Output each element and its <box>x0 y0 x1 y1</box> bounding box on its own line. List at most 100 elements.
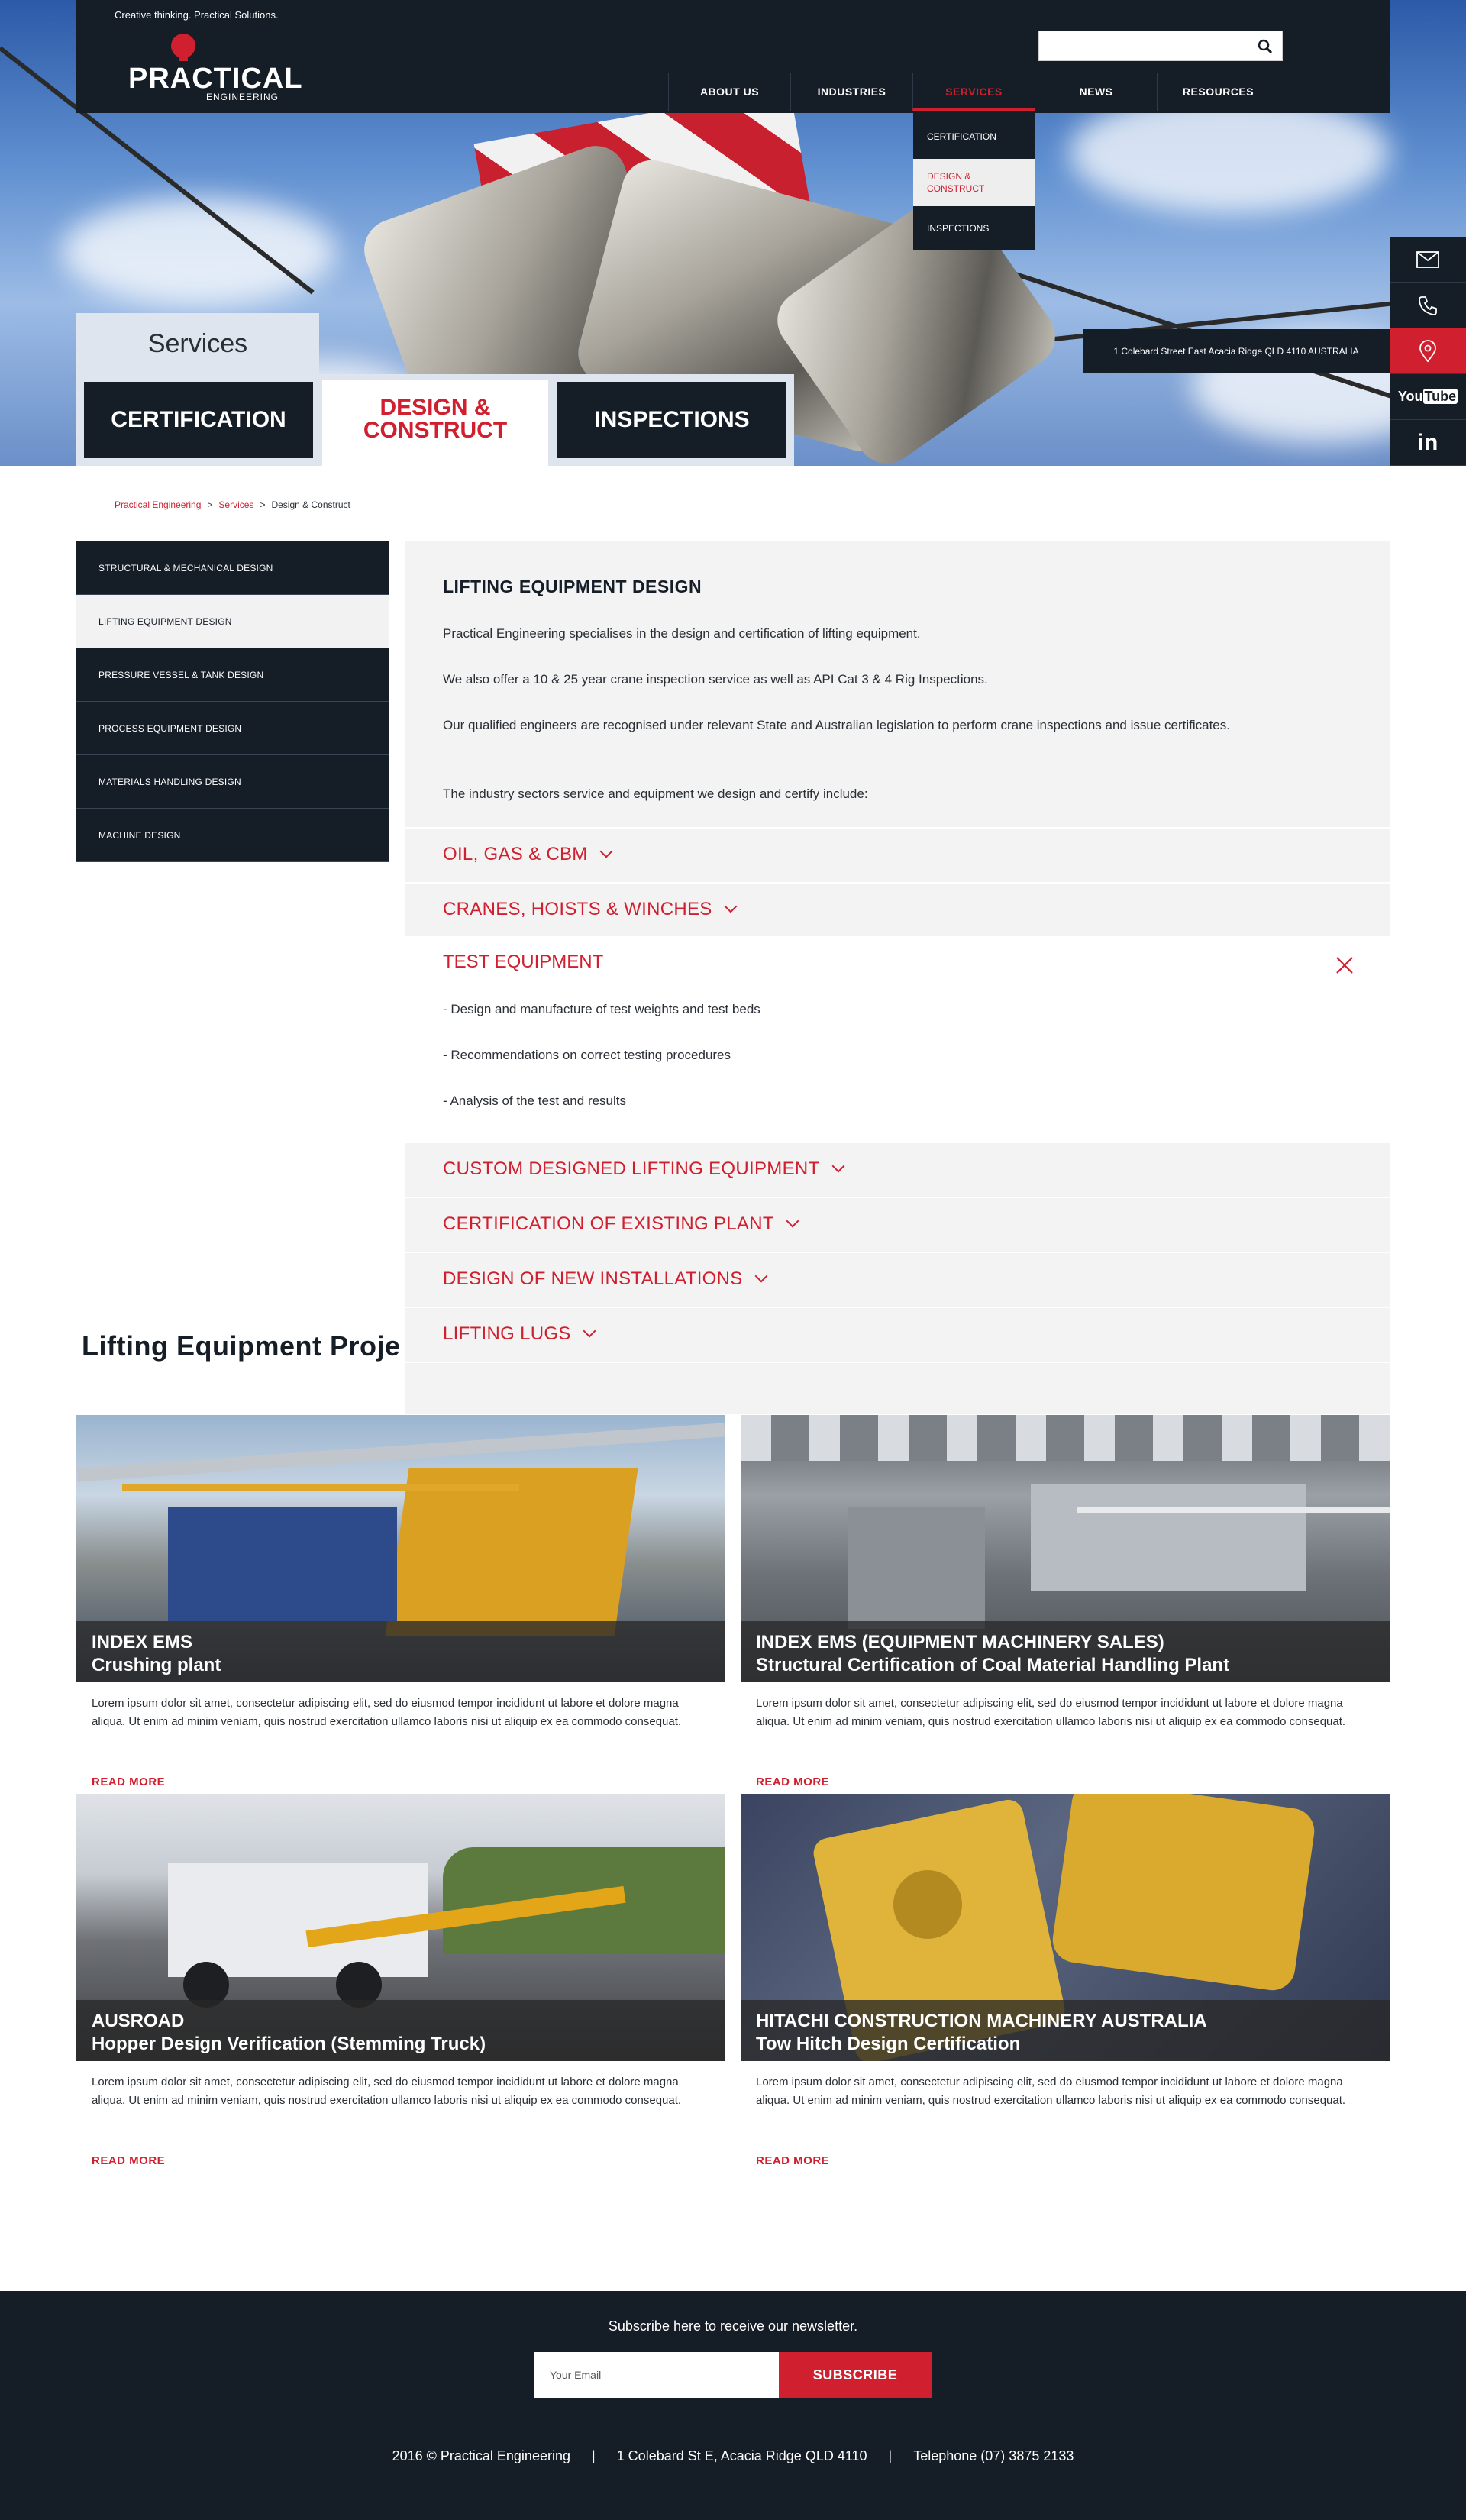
intro-paragraph: Practical Engineering specialises in the… <box>443 626 921 641</box>
accordion-bullet: - Design and manufacture of test weights… <box>443 1002 760 1016</box>
sidebar-item-structural-mechanical[interactable]: STRUCTURAL & MECHANICAL DESIGN <box>76 541 389 595</box>
chevron-down-icon <box>583 1324 596 1338</box>
project-caption: INDEX EMS (EQUIPMENT MACHINERY SALES) St… <box>741 1621 1390 1682</box>
intro-paragraph: Our qualified engineers are recognised u… <box>443 718 1230 732</box>
mail-icon[interactable] <box>1390 237 1466 283</box>
youtube-icon[interactable]: You Tube <box>1390 374 1466 420</box>
close-icon[interactable] <box>1335 955 1355 975</box>
project-client: HITACHI CONSTRUCTION MACHINERY AUSTRALIA <box>756 2011 1207 2031</box>
accordion-bullet: - Recommendations on correct testing pro… <box>443 1048 731 1062</box>
site-logo[interactable]: PRACTICAL ENGINEERING <box>128 31 302 107</box>
top-navigation-bar: Creative thinking. Practical Solutions. … <box>76 0 1390 113</box>
read-more-link[interactable]: READ MORE <box>92 1775 165 1788</box>
social-sidebar: You Tube in <box>1390 237 1466 466</box>
main-nav: ABOUT US INDUSTRIES SERVICES NEWS RESOUR… <box>668 73 1279 111</box>
search-icon[interactable] <box>1256 37 1274 56</box>
accordion-certification-existing[interactable]: CERTIFICATION OF EXISTING PLANT <box>405 1197 1390 1250</box>
linkedin-icon[interactable]: in <box>1390 420 1466 466</box>
breadcrumb-current: Design & Construct <box>271 499 350 510</box>
breadcrumb: Practical Engineering > Services > Design & … <box>115 499 350 510</box>
newsletter-text: Subscribe here to receive our newsletter… <box>608 2318 858 2334</box>
chevron-down-icon <box>754 1269 768 1283</box>
accordion-divider <box>405 1362 1390 1415</box>
footer-address: 1 Colebard St E, Acacia Ridge QLD 4110 <box>616 2448 867 2463</box>
accordion-test-equipment: TEST EQUIPMENT - Design and manufacture … <box>405 936 1390 1142</box>
dropdown-inspections[interactable]: INSPECTIONS <box>913 206 1035 250</box>
lightbulb-logo-icon <box>171 34 195 61</box>
read-more-link[interactable]: READ MORE <box>756 2154 829 2167</box>
chevron-down-icon <box>786 1214 799 1228</box>
accordion-label: OIL, GAS & CBM <box>443 844 588 864</box>
dropdown-certification[interactable]: CERTIFICATION <box>913 113 1035 159</box>
footer-copyright: 2016 © Practical Engineering <box>392 2448 570 2463</box>
project-client: INDEX EMS <box>92 1632 193 1653</box>
sidebar-item-materials-handling[interactable]: MATERIALS HANDLING DESIGN <box>76 755 389 809</box>
location-pin-icon[interactable] <box>1390 328 1466 374</box>
breadcrumb-services[interactable]: Services <box>218 499 253 510</box>
accordion-cranes-hoists-winches[interactable]: CRANES, HOISTS & WINCHES <box>405 882 1390 935</box>
project-description: Lorem ipsum dolor sit amet, consectetur … <box>756 2076 1346 2107</box>
project-description: Lorem ipsum dolor sit amet, consectetur … <box>92 2076 682 2107</box>
footer-phone[interactable]: Telephone (07) 3875 2133 <box>913 2448 1074 2463</box>
accordion-oil-gas-cbm[interactable]: OIL, GAS & CBM <box>405 827 1390 880</box>
dropdown-design-construct[interactable]: DESIGN & CONSTRUCT <box>913 159 1035 206</box>
project-card[interactable]: HITACHI CONSTRUCTION MACHINERY AUSTRALIA… <box>741 1794 1390 2199</box>
accordion-new-installations[interactable]: DESIGN OF NEW INSTALLATIONS <box>405 1252 1390 1305</box>
project-subtitle: Hopper Design Verification (Stemming Tru… <box>92 2034 486 2054</box>
project-subtitle: Tow Hitch Design Certification <box>756 2034 1021 2054</box>
nav-resources[interactable]: RESOURCES <box>1157 73 1279 111</box>
project-description: Lorem ipsum dolor sit amet, consectetur … <box>756 1697 1346 1728</box>
page-title: LIFTING EQUIPMENT DESIGN <box>443 577 702 596</box>
footer-divider: | <box>888 2448 893 2463</box>
sidebar-item-pressure-vessel[interactable]: PRESSURE VESSEL & TANK DESIGN <box>76 648 389 702</box>
logo-word: PRACTICAL <box>128 63 303 95</box>
project-client: INDEX EMS (EQUIPMENT MACHINERY SALES) <box>756 1632 1164 1653</box>
tagline: Creative thinking. Practical Solutions. <box>115 9 279 21</box>
chevron-down-icon <box>599 845 613 858</box>
project-client: AUSROAD <box>92 2011 185 2031</box>
project-caption: INDEX EMS Crushing plant <box>76 1621 725 1682</box>
nav-industries[interactable]: INDUSTRIES <box>790 73 912 111</box>
chevron-down-icon <box>724 900 738 913</box>
intro-paragraph: We also offer a 10 & 25 year crane inspe… <box>443 672 988 687</box>
project-subtitle: Crushing plant <box>92 1655 221 1675</box>
accordion-label[interactable]: TEST EQUIPMENT <box>443 951 603 973</box>
accordion-bullet: - Analysis of the test and results <box>443 1094 627 1108</box>
footer-divider: | <box>591 2448 596 2463</box>
content-panel: LIFTING EQUIPMENT DESIGN Practical Engin… <box>405 541 1390 1414</box>
project-card[interactable]: AUSROAD Hopper Design Verification (Stem… <box>76 1794 725 2199</box>
accordion-label: DESIGN OF NEW INSTALLATIONS <box>443 1268 743 1289</box>
accordion-lifting-lugs[interactable]: LIFTING LUGS <box>405 1307 1390 1360</box>
accordion-custom-designed[interactable]: CUSTOM DESIGNED LIFTING EQUIPMENT <box>405 1142 1390 1195</box>
nav-news[interactable]: NEWS <box>1035 73 1157 111</box>
project-subtitle: Structural Certification of Coal Materia… <box>756 1655 1230 1675</box>
logo-subword: ENGINEERING <box>206 92 279 102</box>
project-card[interactable]: INDEX EMS (EQUIPMENT MACHINERY SALES) St… <box>741 1415 1390 1820</box>
newsletter-email-input[interactable]: Your Email <box>534 2352 779 2398</box>
tab-certification[interactable]: CERTIFICATION <box>84 382 313 458</box>
search-input[interactable] <box>1038 31 1283 61</box>
intro-paragraph: The industry sectors service and equipme… <box>443 787 868 801</box>
subscribe-button[interactable]: SUBSCRIBE <box>779 2352 932 2398</box>
services-panel-title: Services <box>147 329 248 358</box>
breadcrumb-home[interactable]: Practical Engineering <box>115 499 201 510</box>
sidebar-item-process-equipment[interactable]: PROCESS EQUIPMENT DESIGN <box>76 702 389 755</box>
accordion-label: CUSTOM DESIGNED LIFTING EQUIPMENT <box>443 1158 820 1179</box>
projects-section-title: Lifting Equipment Proje <box>82 1330 401 1362</box>
phone-icon[interactable] <box>1390 283 1466 328</box>
read-more-link[interactable]: READ MORE <box>756 1775 829 1788</box>
nav-about-us[interactable]: ABOUT US <box>668 73 790 111</box>
tab-inspections[interactable]: INSPECTIONS <box>557 382 786 458</box>
design-sidebar: STRUCTURAL & MECHANICAL DESIGN LIFTING E… <box>76 541 389 862</box>
read-more-link[interactable]: READ MORE <box>92 2154 165 2167</box>
site-footer: Subscribe here to receive our newsletter… <box>0 2291 1466 2520</box>
nav-services[interactable]: SERVICES <box>912 73 1035 111</box>
sidebar-item-machine-design[interactable]: MACHINE DESIGN <box>76 809 389 862</box>
accordion-label: CRANES, HOISTS & WINCHES <box>443 899 712 919</box>
project-caption: HITACHI CONSTRUCTION MACHINERY AUSTRALIA… <box>741 2000 1390 2061</box>
project-card[interactable]: INDEX EMS Crushing plant Lorem ipsum dol… <box>76 1415 725 1820</box>
project-caption: AUSROAD Hopper Design Verification (Stem… <box>76 2000 725 2061</box>
sidebar-item-lifting-equipment[interactable]: LIFTING EQUIPMENT DESIGN <box>76 595 389 648</box>
tab-design-construct[interactable]: DESIGN & CONSTRUCT <box>322 380 548 466</box>
breadcrumb-separator: > <box>207 499 213 510</box>
